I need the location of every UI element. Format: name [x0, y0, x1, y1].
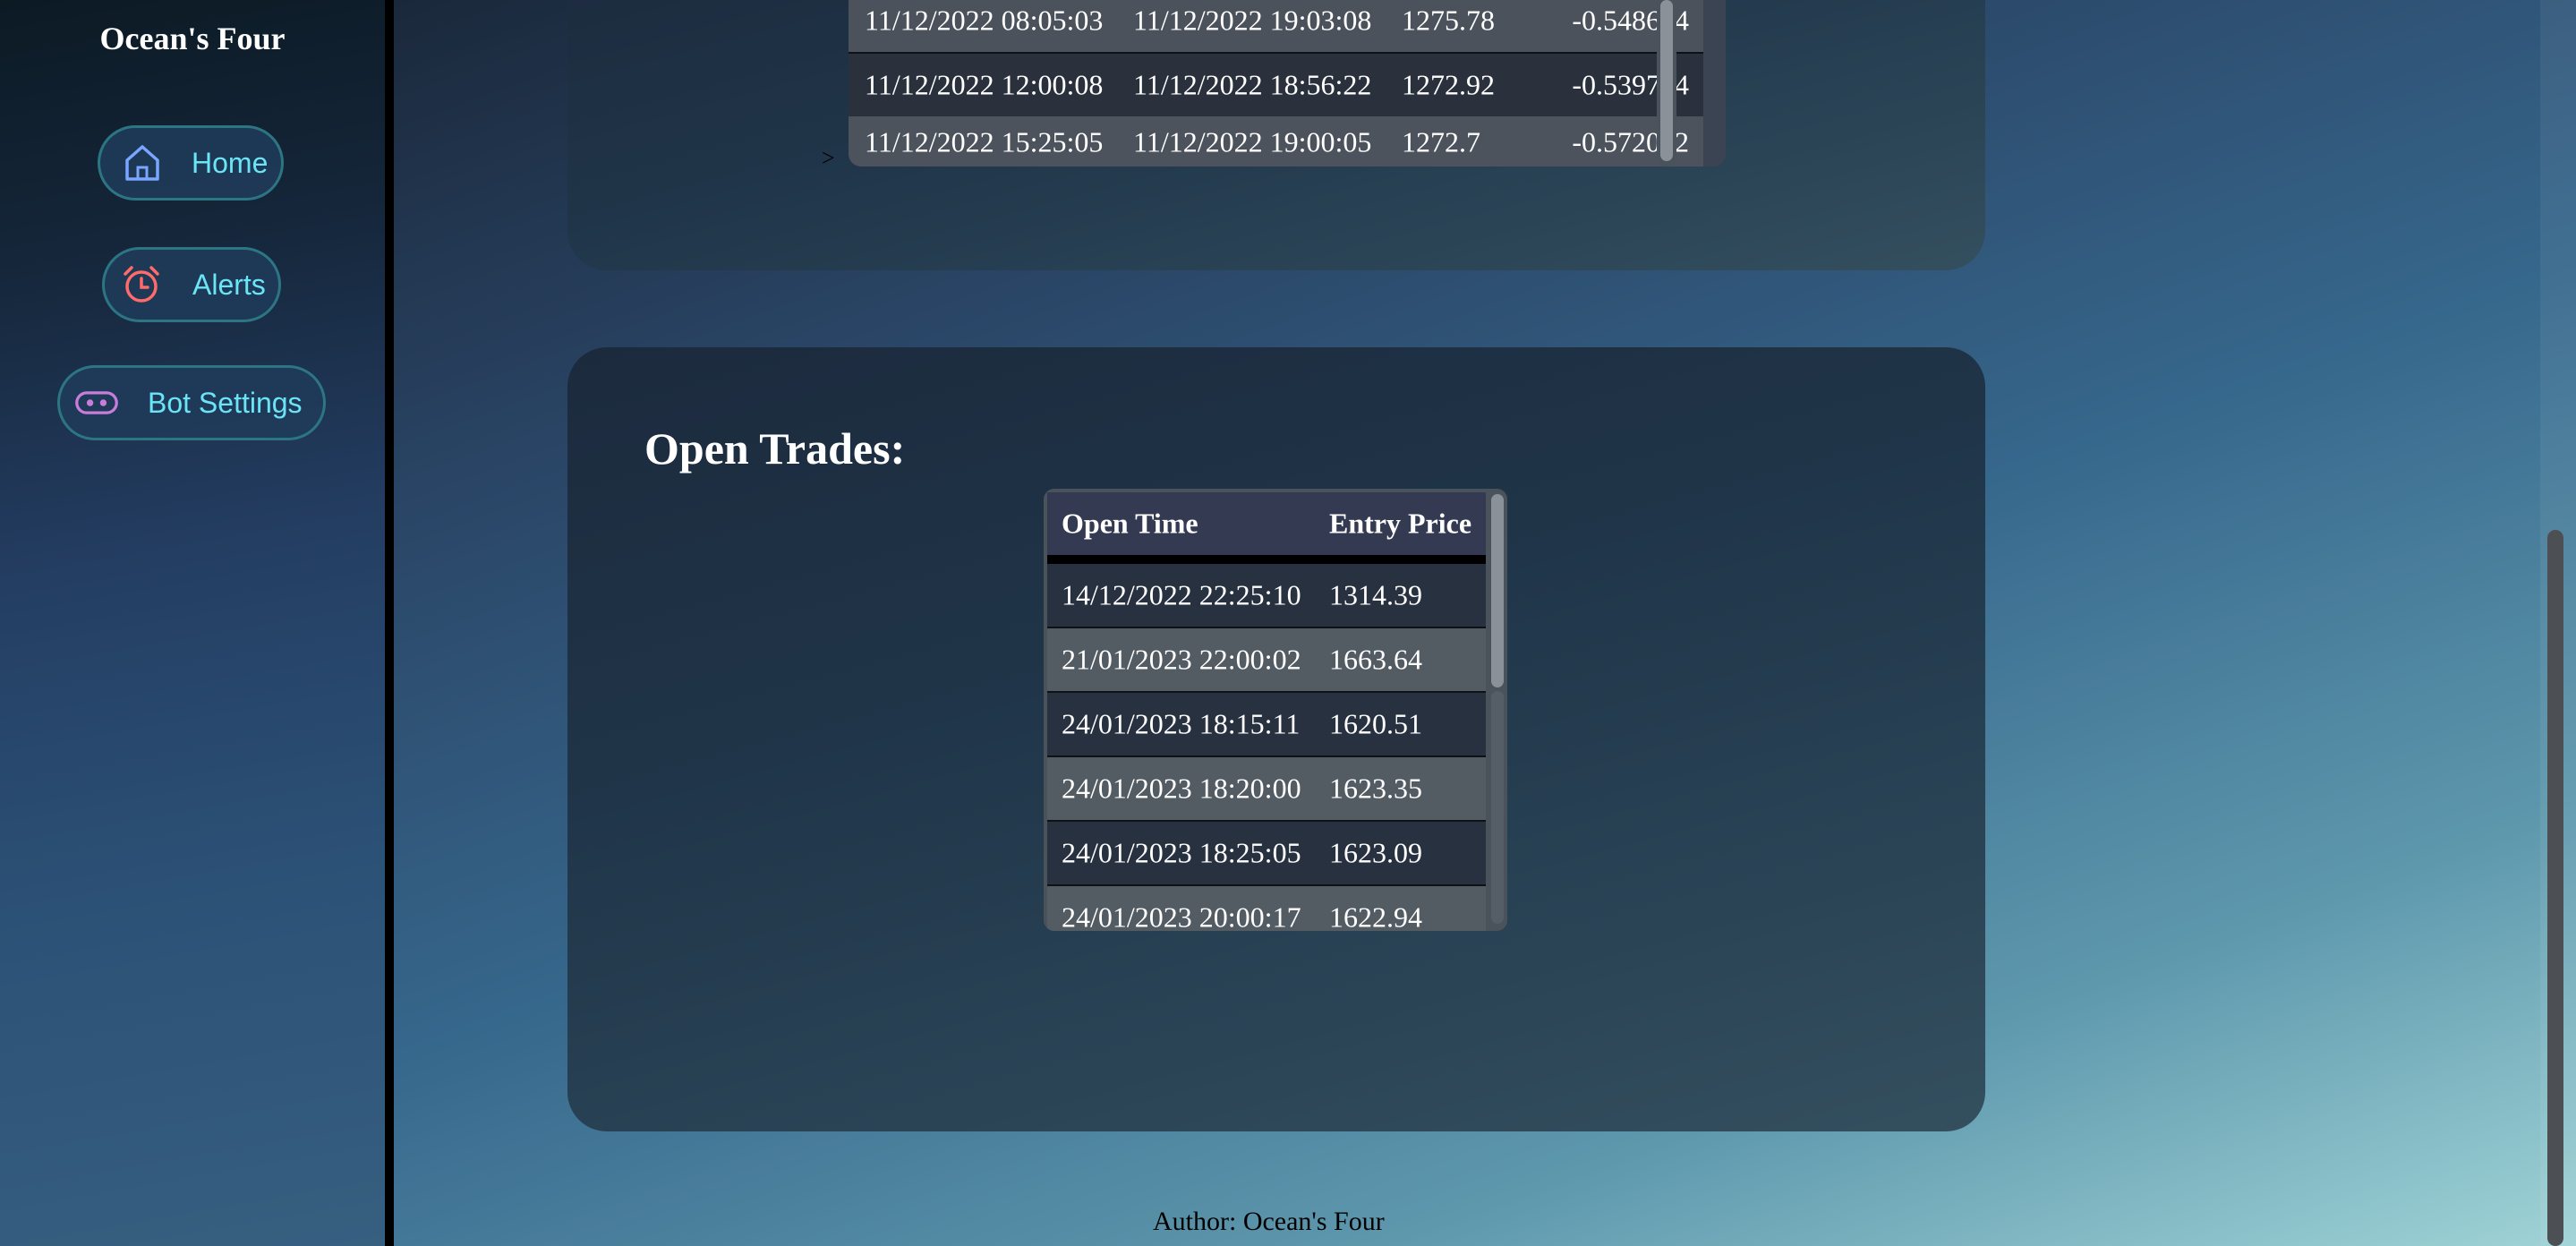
column-header-open-time: Open Time	[1062, 507, 1198, 540]
open-trades-panel: Open Trades: Open Time Entry Price 14/12…	[567, 347, 1985, 1131]
open-trades-title: Open Trades:	[644, 423, 906, 474]
nav-bot-settings-button[interactable]: Bot Settings	[57, 365, 326, 440]
nav-alerts-button[interactable]: Alerts	[102, 247, 281, 322]
table-cell: 14/12/2022 22:25:10	[1062, 578, 1301, 611]
nav-bot-settings-label: Bot Settings	[148, 386, 303, 419]
bot-icon	[74, 380, 119, 425]
sidebar-divider	[385, 0, 394, 1246]
table-cell: 24/01/2023 18:15:11	[1062, 707, 1301, 740]
scrollbar-thumb[interactable]	[1491, 494, 1504, 687]
table-header: Open Time Entry Price	[1047, 492, 1486, 564]
open-trades-table[interactable]: Open Time Entry Price 14/12/2022 22:25:1…	[1044, 489, 1507, 931]
table-cell: 1663.64	[1329, 643, 1422, 676]
scrollbar-thumb[interactable]	[1660, 0, 1673, 161]
scrollbar-track-lower[interactable]	[1491, 691, 1504, 924]
table-cell: 1272.7	[1402, 125, 1480, 158]
closed-trades-scrollbar[interactable]	[1657, 0, 1676, 166]
table-cell: 1622.94	[1329, 900, 1422, 932]
table-cell: 24/01/2023 18:25:05	[1062, 836, 1301, 869]
table-cell: 11/12/2022 18:56:22	[1133, 68, 1372, 101]
table-cell: 24/01/2023 20:00:17	[1062, 900, 1301, 932]
nav-home-label: Home	[192, 146, 269, 179]
table-row[interactable]: 24/01/2023 20:00:17 1622.94	[1047, 886, 1486, 931]
nav-alerts-label: Alerts	[192, 268, 266, 301]
open-trades-scrollbar[interactable]	[1488, 489, 1507, 931]
table-cell: 11/12/2022 19:03:08	[1133, 4, 1372, 37]
table-row[interactable]: 24/01/2023 18:25:05 1623.09	[1047, 822, 1486, 886]
table-cell: 11/12/2022 08:05:03	[865, 4, 1104, 37]
sidebar: Ocean's Four Home Alerts Bot Settings	[0, 0, 385, 1246]
alarm-clock-icon	[119, 262, 164, 307]
nav-home-button[interactable]: Home	[98, 125, 284, 201]
table-cell: 11/12/2022 12:00:08	[865, 68, 1104, 101]
table-cell: 1272.92	[1402, 68, 1495, 101]
table-cell: 1275.78	[1402, 4, 1495, 37]
table-row[interactable]: 11/12/2022 15:25:05 11/12/2022 19:00:05 …	[849, 116, 1703, 166]
table-row[interactable]: 14/12/2022 22:25:10 1314.39	[1047, 564, 1486, 628]
page-scrollbar-thumb[interactable]	[2547, 530, 2563, 1246]
selected-row-marker: >	[822, 145, 835, 171]
brand-title: Ocean's Four	[99, 21, 286, 56]
table-row[interactable]: 11/12/2022 08:05:03 11/12/2022 19:03:08 …	[849, 0, 1703, 54]
table-row[interactable]: 11/12/2022 12:00:08 11/12/2022 18:56:22 …	[849, 54, 1703, 118]
table-cell: 11/12/2022 19:00:05	[1133, 125, 1372, 158]
table-row[interactable]: 24/01/2023 18:15:11 1620.51	[1047, 693, 1486, 757]
table-cell: 1314.39	[1329, 578, 1422, 611]
footer-author: Author: Ocean's Four	[1153, 1207, 1385, 1236]
column-header-entry-price: Entry Price	[1329, 507, 1472, 540]
closed-trades-table[interactable]: 11/12/2022 08:05:03 11/12/2022 19:03:08 …	[849, 0, 1726, 166]
table-row[interactable]: 24/01/2023 18:20:00 1623.35	[1047, 757, 1486, 822]
page-scrollbar[interactable]	[2540, 0, 2576, 1246]
table-cell: 24/01/2023 18:20:00	[1062, 772, 1301, 805]
table-cell: 1623.35	[1329, 772, 1422, 805]
table-cell: 11/12/2022 15:25:05	[865, 125, 1104, 158]
table-row[interactable]: 21/01/2023 22:00:02 1663.64	[1047, 628, 1486, 693]
table-cell: 1623.09	[1329, 836, 1422, 869]
home-icon	[120, 141, 165, 185]
table-cell: 1620.51	[1329, 707, 1422, 740]
table-cell: 21/01/2023 22:00:02	[1062, 643, 1301, 676]
